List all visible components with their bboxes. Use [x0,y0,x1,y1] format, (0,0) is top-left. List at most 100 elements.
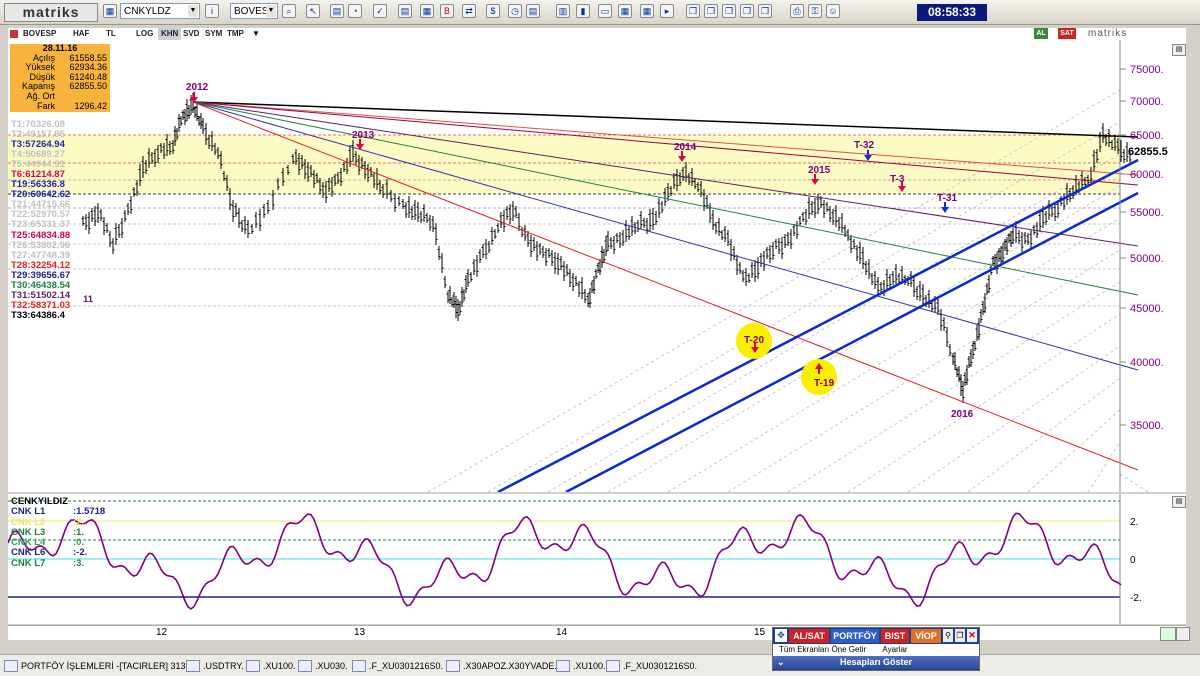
window-icon[interactable]: ❐ [722,4,736,18]
bring-front-link[interactable]: Tüm Ekranları Öne Getir [779,645,866,654]
table-icon[interactable]: ▦ [420,4,434,18]
task-portfoy[interactable]: PORTFÖY İŞLEMLERİ -[TACIRLER] 313827 [4,659,201,673]
annotation-label: 2012 [186,82,209,93]
portfoy-button[interactable]: PORTFÖY [831,629,879,643]
info-icon[interactable]: i [205,4,219,18]
sat-button[interactable]: SAT [1058,28,1076,39]
oscillator-panel[interactable]: 2. 0 -2. [7,494,1186,624]
price-axis: 75000. 70000. 65000. 60000. 55000. 50000. 4500… [1119,40,1168,492]
annotation-label: 2013 [352,130,375,141]
chart-icon [298,660,312,672]
task-usdtry[interactable]: .USDTRY. [186,659,244,673]
symbol-list-icon[interactable]: ▦ [103,4,117,18]
bold-icon[interactable]: B [440,4,454,18]
close-icon[interactable]: ✕ [967,629,977,642]
price-chart-panel[interactable]: 75000. 70000. 65000. 60000. 55000. 50000. 4500… [8,40,1186,494]
settings-link[interactable]: Ayarlar [882,645,907,654]
tab-market[interactable]: BOVESP [20,28,59,40]
annotation-label: 2014 [674,142,697,153]
chevron-down-icon[interactable]: ▼ [252,29,260,38]
trend-level-item: T23:65331.37 [11,219,71,231]
candle-icon[interactable]: ▥ [556,4,570,18]
transfer-icon[interactable]: ⇄ [462,4,476,18]
show-accounts-button[interactable]: ⌄ Hesapları Göster [773,656,979,669]
chart-icon [246,660,260,672]
annotation-label: T-31 [937,193,957,204]
window-icon[interactable]: ❐ [686,4,700,18]
viop-button[interactable]: VİOP [911,629,941,643]
al-sat-button[interactable]: AL/SAT [789,629,829,643]
task-f-xu030-2[interactable]: .F_XU0301216S0. [606,659,697,673]
price-tick-label: 35000. [1130,420,1164,432]
chart-icon [556,660,570,672]
fan-line [1087,441,1121,493]
chevron-down-icon[interactable]: ▼ [188,5,198,17]
oscillator-legend: CENKYILDIZ CNK L1:1.5718 CNK L2:2. CNK L3:1… [11,496,105,569]
check-icon[interactable]: ✓ [373,4,387,18]
task-f-xu030[interactable]: .F_XU0301216S0. [352,659,443,673]
annotation-label: 2016 [951,409,974,420]
print-icon[interactable]: ⎙ [790,4,804,18]
close-icon[interactable] [10,30,18,38]
tab-log[interactable]: LOG [133,28,156,40]
tab-sym[interactable]: SYM [202,28,225,40]
clock-icon[interactable]: ◷ [508,4,522,18]
task-label: .X30APOZ.X30YVADE. [463,661,557,671]
window-icon[interactable]: ❐ [740,4,754,18]
al-button[interactable]: AL [1034,28,1048,39]
info-value: 1296.42 [74,100,107,111]
news-icon[interactable]: ▭ [598,4,612,18]
trend-level-item: T33:64386.4 [11,309,65,321]
tab-tmp[interactable]: TMP [224,28,247,40]
task-x30apoz[interactable]: .X30APOZ.X30YVADE. [446,659,557,673]
exchange-combo[interactable]: BOVESP ▼ [230,3,278,19]
tab-tl[interactable]: TL [103,28,119,40]
window-icon[interactable]: ❐ [704,4,718,18]
symbol-combo[interactable]: CNKYLDZ ▼ [120,3,200,19]
bars-icon[interactable]: ▮ [576,4,590,18]
panel-menu-icon[interactable]: ▤ [1172,44,1186,56]
trend-line [565,191,1139,494]
price-tick-label: 65000. [1130,130,1164,142]
task-xu100-2[interactable]: .XU100. [556,659,606,673]
chart-icon [352,660,366,672]
refresh-icon[interactable] [1160,627,1176,641]
grid-icon[interactable]: ▦ [618,4,632,18]
price-tick-label: 45000. [1130,303,1164,315]
task-label: .XU100. [263,661,296,671]
tab-khn[interactable]: KHN [158,28,182,40]
clock-display: 08:58:33 [917,4,987,21]
window-icon[interactable]: ❐ [955,629,965,642]
annotation-label: T-32 [854,140,874,151]
search-icon[interactable]: ⌕ [282,4,296,18]
task-xu100[interactable]: .XU100. [246,659,296,673]
zoom-icon[interactable] [1176,627,1190,641]
chart-icon[interactable]: ▤ [398,4,412,18]
window-icon[interactable]: ❐ [758,4,772,18]
date-label: 14 [556,627,568,638]
price-chart[interactable]: 75000. 70000. 65000. 60000. 55000. 50000. 4500… [8,40,1186,494]
task-label: PORTFÖY İŞLEMLERİ -[TACIRLER] 313827 [21,661,201,671]
panel-menu-icon[interactable]: ▤ [1172,496,1186,508]
pie-icon[interactable]: ◔ [348,4,362,18]
chevron-down-icon[interactable]: ▼ [266,5,276,17]
move-icon[interactable]: ✥ [775,629,787,642]
people-icon[interactable]: ☺ [826,4,840,18]
play-icon[interactable]: ▸ [660,4,674,18]
info-row: Kapanış 62855.50 [10,82,110,92]
annotation-label: 2015 [808,165,831,176]
pointer-icon[interactable]: ↖ [306,4,320,18]
task-xu030[interactable]: .XU030. [298,659,348,673]
pin-icon[interactable]: ⚲ [943,629,953,642]
oscillator-chart[interactable]: 2. 0 -2. [7,494,1186,624]
price-tick-label: 55000. [1130,207,1164,219]
dollar-icon[interactable]: $ [486,4,500,18]
bist-button[interactable]: BIST [881,629,909,643]
show-accounts-label: Hesapları Göster [839,657,913,667]
tab-svd[interactable]: SVD [180,28,202,40]
tab-haf[interactable]: HAF [70,28,92,40]
table-icon[interactable]: ▦ [640,4,654,18]
chart-icon[interactable]: ▤ [330,4,344,18]
lock-icon[interactable]: ⚿ [808,4,822,18]
chart-icon[interactable]: ▤ [526,4,540,18]
